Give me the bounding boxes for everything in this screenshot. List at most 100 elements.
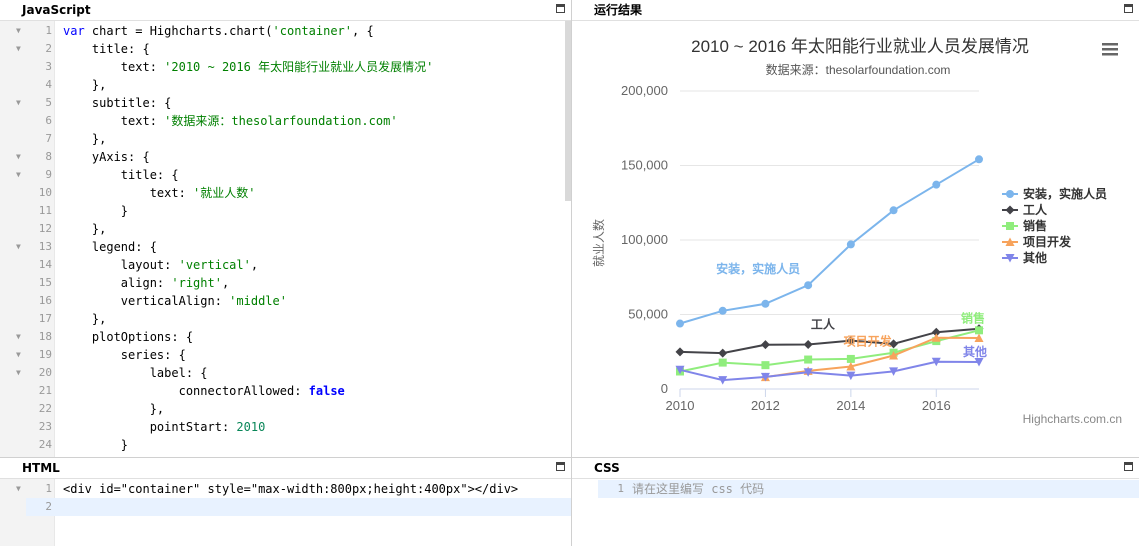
line-number: 16 (38, 294, 52, 307)
y-tick-label: 200,000 (621, 83, 668, 98)
code-text: subtitle: { (63, 94, 171, 112)
line-number: 8 (45, 150, 52, 163)
code-line: ▼ 1 var chart = Highcharts.chart('containe… (0, 22, 571, 40)
legend-label[interactable]: 安装，实施人员 (1023, 186, 1107, 201)
js-panel-header: JavaScript (0, 0, 571, 21)
data-point[interactable] (675, 347, 685, 357)
code-line: 14 layout: 'vertical', (0, 256, 571, 274)
legend-label[interactable]: 工人 (1023, 202, 1048, 217)
code-token: chart = Highcharts.chart( (91, 24, 273, 38)
data-point[interactable] (846, 240, 855, 249)
code-text: series: { (63, 346, 186, 364)
code-token: legend: { (63, 240, 157, 254)
data-point[interactable] (932, 180, 941, 189)
legend-symbol-marker[interactable] (1005, 205, 1015, 215)
code-text: }, (63, 76, 106, 94)
fold-arrow-icon[interactable]: ▼ (16, 346, 21, 364)
data-point[interactable] (846, 354, 855, 363)
code-text: } (63, 436, 128, 454)
fold-arrow-icon[interactable]: ▼ (16, 480, 21, 498)
code-text: label: { (63, 364, 208, 382)
code-line: 16 verticalAlign: 'middle' (0, 292, 571, 310)
data-point[interactable] (761, 361, 770, 370)
code-token: 'middle' (229, 294, 287, 308)
legend-label[interactable]: 项目开发 (1023, 234, 1072, 249)
fold-arrow-icon[interactable]: ▼ (16, 148, 21, 166)
fold-arrow-icon[interactable]: ▼ (16, 40, 21, 58)
code-line: 4 }, (0, 76, 571, 94)
fold-arrow-icon[interactable]: ▼ (16, 166, 21, 184)
maximize-icon[interactable] (556, 462, 565, 471)
legend-item[interactable]: 其他 (1002, 250, 1047, 265)
code-token: 'container' (272, 24, 353, 38)
data-point[interactable] (718, 306, 727, 315)
fold-arrow-icon[interactable]: ▼ (16, 364, 21, 382)
data-point[interactable] (676, 319, 684, 328)
code-token: } (63, 204, 129, 218)
html-panel: HTML ▼ 1 <div id="container" style="max-wi… (0, 458, 572, 546)
code-text: align: 'right', (63, 274, 229, 292)
data-point[interactable] (975, 326, 983, 335)
code-text: }, (63, 400, 164, 418)
maximize-icon[interactable] (1124, 4, 1133, 13)
js-panel-title: JavaScript (22, 3, 91, 17)
legend-item[interactable]: 销售 (1002, 218, 1047, 233)
code-token: series: { (63, 348, 186, 362)
data-point[interactable] (975, 155, 983, 164)
html-editor[interactable]: ▼ 1 <div id="container" style="max-width:8… (0, 479, 571, 546)
legend-label[interactable]: 其他 (1023, 250, 1047, 265)
code-line: ▼ 9 title: { (0, 166, 571, 184)
maximize-icon[interactable] (556, 4, 565, 13)
data-point[interactable] (804, 281, 813, 290)
html-panel-header: HTML (0, 458, 571, 479)
data-point[interactable] (718, 358, 727, 367)
series-0[interactable]: 安装，实施人员 (676, 155, 983, 328)
series-inline-label: 销售 (961, 310, 985, 325)
legend-item[interactable]: 安装，实施人员 (1002, 186, 1107, 201)
fold-arrow-icon[interactable]: ▼ (16, 22, 21, 40)
series-inline-label: 其他 (963, 344, 987, 359)
context-menu-icon[interactable] (1102, 43, 1118, 56)
code-line: ▼ 20 label: { (0, 364, 571, 382)
data-point[interactable] (803, 340, 813, 350)
fold-arrow-icon[interactable]: ▼ (16, 328, 21, 346)
code-line: 3 text: '2010 ~ 2016 年太阳能行业就业人员发展情况' (0, 58, 571, 76)
maximize-icon[interactable] (1124, 462, 1133, 471)
line-number: 13 (38, 240, 52, 253)
line-number: 12 (38, 222, 52, 235)
fold-arrow-icon[interactable]: ▼ (16, 238, 21, 256)
y-axis-ticks: 0 50,000 100,000 150,000 200,000 (621, 83, 668, 396)
result-panel: 运行结果 2010 ~ 2016 年太阳能行业就业人员发展情况 数据来源：the… (572, 0, 1139, 458)
code-line: 12 }, (0, 220, 571, 238)
legend-item[interactable]: 工人 (1002, 202, 1048, 217)
legend-symbol-marker[interactable] (1006, 222, 1014, 230)
code-text: text: '2010 ~ 2016 年太阳能行业就业人员发展情况' (63, 58, 434, 76)
x-tick-label: 2012 (751, 398, 780, 413)
credits-link[interactable]: Highcharts.com.cn (1023, 412, 1122, 426)
data-point[interactable] (760, 340, 770, 350)
data-point[interactable] (889, 206, 898, 215)
legend-item[interactable]: 项目开发 (1002, 234, 1072, 249)
code-token: yAxis: { (63, 150, 150, 164)
data-point[interactable] (761, 299, 770, 308)
js-scrollbar[interactable] (565, 21, 571, 201)
code-token: layout: (63, 258, 179, 272)
code-token: false (308, 384, 345, 398)
result-panel-header: 运行结果 (572, 0, 1139, 21)
fold-arrow-icon[interactable]: ▼ (16, 94, 21, 112)
css-editor[interactable]: 1 请在这里编写 css 代码 (572, 479, 1139, 546)
code-token: 'right' (171, 276, 222, 290)
code-token: <div id="container" style="max-width:800… (63, 482, 519, 496)
line-number: 1 (45, 24, 52, 37)
data-point[interactable] (804, 355, 813, 364)
code-text: }, (63, 130, 106, 148)
js-editor[interactable]: ▼ 1 var chart = Highcharts.chart('containe… (0, 21, 571, 457)
legend-label[interactable]: 销售 (1023, 218, 1047, 233)
code-token: text: (63, 114, 165, 128)
line-number: 1 (45, 482, 52, 495)
line-number: 10 (38, 186, 52, 199)
code-line: ▼ 5 subtitle: { (0, 94, 571, 112)
code-token: '数据来源：thesolarfoundation.com' (164, 114, 398, 128)
legend-symbol-marker[interactable] (1006, 190, 1014, 198)
data-point[interactable] (718, 348, 728, 358)
